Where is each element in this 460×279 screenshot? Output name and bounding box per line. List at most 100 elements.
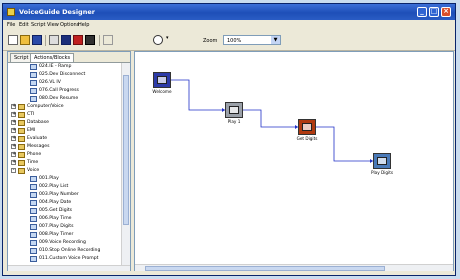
block-tree: 024.IE - Ramp 025.Dev Disconnect 026.VL IV…	[8, 63, 122, 268]
node-label: Play Digits	[370, 170, 394, 175]
flow-canvas[interactable]: Welcome Play 1 Get Digits Play Digits	[134, 51, 454, 273]
vertical-scrollbar[interactable]	[121, 63, 130, 268]
tree-item-label: Computer/Voice	[27, 104, 64, 109]
expand-icon[interactable]: +	[11, 144, 16, 149]
folder-icon	[18, 160, 25, 166]
tree-item-label: 003.Play Number	[39, 192, 79, 197]
folder-icon	[18, 152, 25, 158]
block-icon	[30, 80, 37, 86]
folder-icon	[18, 168, 25, 174]
flow-connectors	[171, 79, 373, 163]
block-icon	[30, 248, 37, 254]
copy-icon[interactable]	[73, 35, 83, 45]
close-button[interactable]: ×	[441, 7, 451, 17]
cut-icon[interactable]	[61, 35, 71, 45]
tree-item-label: 080.Dev Resume	[39, 96, 79, 101]
tree-item-label: EMI	[27, 128, 36, 133]
play-block-icon[interactable]	[225, 102, 243, 118]
window-title: VoiceGuide Designer	[19, 8, 95, 16]
tab-actions-blocks[interactable]: Actions/Blocks	[30, 53, 75, 62]
expand-icon[interactable]: +	[11, 112, 16, 117]
toolbar-separator	[45, 35, 46, 46]
block-icon	[30, 256, 37, 262]
menu-edit[interactable]: Edit	[19, 22, 29, 28]
flow-connector	[316, 126, 373, 162]
save-icon[interactable]	[32, 35, 42, 45]
menu-help[interactable]: Help	[78, 22, 89, 28]
app-window: VoiceGuide Designer _ □ × File Edit Scri…	[2, 3, 456, 276]
block-icon	[30, 176, 37, 182]
zoom-select[interactable]: 100% ▼	[223, 35, 281, 45]
tree-item-label: 025.Dev Disconnect	[39, 72, 86, 77]
tree-item-label: Voice	[27, 168, 40, 173]
open-icon[interactable]	[20, 35, 30, 45]
find-icon[interactable]	[153, 35, 163, 45]
expand-icon[interactable]: +	[11, 152, 16, 157]
expand-icon[interactable]: +	[11, 104, 16, 109]
tree-item-label: 008.Play Timer	[39, 232, 74, 237]
digits-block-icon[interactable]	[298, 119, 316, 135]
tree-item-label: 076.Call Progress	[39, 88, 79, 93]
tree-item-label: 006.Play Time	[39, 216, 72, 221]
blocks-panel: Script Actions/Blocks 024.IE - Ramp 025.D…	[7, 51, 131, 273]
minimize-button[interactable]: _	[417, 7, 427, 17]
expand-icon[interactable]: +	[11, 120, 16, 125]
tree-item-label: 009.Voice Recording	[39, 240, 86, 245]
status-bar	[3, 271, 455, 275]
tree-item-label: 010.Stop Online Recording	[39, 248, 101, 253]
tree-item-label: 007.Play Digits	[39, 224, 74, 229]
maximize-button[interactable]: □	[429, 7, 439, 17]
node-label: Play 1	[227, 119, 241, 124]
block-icon	[30, 216, 37, 222]
new-icon[interactable]	[8, 35, 18, 45]
tree-item-label: Phone	[27, 152, 42, 157]
scrollbar-thumb[interactable]	[123, 75, 129, 225]
tree-item-label: Database	[27, 120, 49, 125]
block-icon	[30, 240, 37, 246]
folder-icon	[18, 112, 25, 118]
tree-item-label: 005.Get Digits	[39, 208, 73, 213]
tree-item-label: 026.VL IV	[39, 80, 61, 85]
menu-view[interactable]: View	[47, 22, 59, 28]
tree-item-label: Messages	[27, 144, 50, 149]
block-icon	[30, 184, 37, 190]
block-icon	[30, 96, 37, 102]
flow-connector	[171, 79, 225, 111]
node-glyph	[157, 76, 167, 84]
block-icon	[30, 88, 37, 94]
folder-icon	[18, 120, 25, 126]
folder-icon	[18, 104, 25, 110]
expand-icon[interactable]: +	[11, 128, 16, 133]
tree-item-label: Time	[27, 160, 39, 165]
tree-item-label: CTI	[27, 112, 35, 117]
tree-item-label: 024.IE - Ramp	[39, 64, 72, 69]
collapse-icon[interactable]: -	[11, 168, 16, 173]
menu-options[interactable]: Options	[60, 22, 79, 28]
folder-icon	[18, 144, 25, 150]
tree-item-label: Evaluate	[27, 136, 48, 141]
expand-icon[interactable]: +	[11, 160, 16, 165]
app-icon	[7, 8, 15, 16]
folder-icon	[18, 128, 25, 134]
run-icon[interactable]	[103, 35, 113, 45]
panel-tabs: Script Actions/Blocks	[8, 52, 130, 63]
menu-file[interactable]: File	[7, 22, 15, 28]
block-icon	[30, 208, 37, 214]
block-icon	[30, 224, 37, 230]
title-bar: VoiceGuide Designer _ □ ×	[3, 4, 455, 20]
expand-icon[interactable]: +	[11, 136, 16, 141]
play-digits-block-icon[interactable]	[373, 153, 391, 169]
node-glyph	[229, 106, 239, 114]
phone-block-icon[interactable]	[153, 72, 171, 88]
chevron-down-icon[interactable]: ▼	[271, 36, 280, 44]
tree-item-label: 004.Play Date	[39, 200, 72, 205]
tree-item-label: 001.Play	[39, 176, 59, 181]
block-icon	[30, 64, 37, 70]
block-icon	[30, 200, 37, 206]
block-icon	[30, 232, 37, 238]
paste-icon[interactable]	[85, 35, 95, 45]
print-icon[interactable]	[49, 35, 59, 45]
zoom-icon[interactable]: ▾	[166, 35, 172, 45]
menu-bar: File Edit Script View Options Help	[3, 20, 455, 30]
menu-script[interactable]: Script	[31, 22, 46, 28]
